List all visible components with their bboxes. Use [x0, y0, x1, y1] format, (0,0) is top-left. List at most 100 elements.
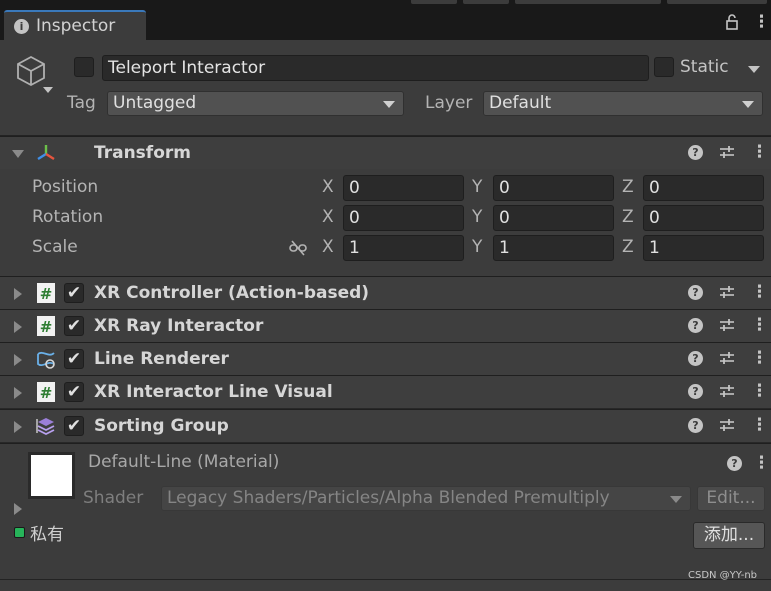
foldout-collapsed-icon[interactable]	[14, 288, 22, 300]
foldout-collapsed-icon[interactable]	[14, 387, 22, 399]
tab-bar: i Inspector ⋮	[0, 0, 771, 40]
axis-y-label[interactable]: Y	[472, 237, 482, 257]
component-menu-icon[interactable]: ⋮	[751, 317, 768, 334]
private-checkbox[interactable]	[14, 527, 25, 538]
shader-dropdown[interactable]: Legacy Shaders/Particles/Alpha Blended P…	[161, 486, 691, 511]
component-menu-icon[interactable]: ⋮	[751, 144, 768, 161]
component-header-sorting-group[interactable]: ✔ Sorting Group ? ⋮	[0, 409, 771, 442]
component-enabled-checkbox[interactable]: ✔	[64, 283, 84, 303]
axis-y-label[interactable]: Y	[472, 177, 482, 197]
help-icon[interactable]: ?	[688, 350, 703, 366]
presets-icon[interactable]	[719, 144, 735, 160]
component-header-line-renderer[interactable]: ✔ Line Renderer ? ⋮	[0, 342, 771, 375]
component-header-xr-ray-interactor[interactable]: # ✔ XR Ray Interactor ? ⋮	[0, 309, 771, 342]
component-enabled-checkbox[interactable]: ✔	[64, 349, 84, 369]
axis-y-label[interactable]: Y	[472, 207, 482, 227]
sorting-group-icon	[36, 418, 55, 436]
component-menu-icon[interactable]: ⋮	[751, 383, 768, 400]
foldout-collapsed-icon[interactable]	[14, 321, 22, 333]
gameobject-name-field[interactable]: Teleport Interactor	[102, 55, 649, 81]
shader-value: Legacy Shaders/Particles/Alpha Blended P…	[167, 488, 610, 508]
help-icon[interactable]: ?	[688, 144, 703, 160]
component-title: Line Renderer	[94, 349, 229, 369]
script-icon: #	[37, 382, 55, 402]
foldout-collapsed-icon[interactable]	[14, 503, 22, 515]
icon-dropdown-caret[interactable]	[43, 87, 53, 93]
toolbar-button[interactable]	[463, 0, 509, 4]
scale-label: Scale	[32, 237, 78, 257]
svg-text:#: #	[40, 318, 53, 336]
add-component-button[interactable]: 添加...	[693, 522, 765, 549]
layer-dropdown[interactable]: Default	[483, 91, 763, 116]
presets-icon[interactable]	[719, 350, 735, 366]
line-renderer-icon	[37, 351, 55, 369]
position-z-field[interactable]: 0	[643, 175, 764, 201]
axis-z-label[interactable]: Z	[622, 237, 634, 257]
help-icon[interactable]: ?	[727, 456, 742, 471]
scale-x-field[interactable]: 1	[343, 235, 464, 261]
chevron-down-icon	[383, 101, 395, 108]
divider	[0, 579, 771, 580]
presets-icon[interactable]	[719, 284, 735, 300]
component-enabled-checkbox[interactable]: ✔	[64, 416, 84, 436]
position-x-field[interactable]: 0	[343, 175, 464, 201]
help-icon[interactable]: ?	[688, 417, 703, 433]
help-icon[interactable]: ?	[688, 383, 703, 399]
constrain-proportions-icon[interactable]	[289, 239, 307, 257]
gameobject-header: Teleport Interactor Static Tag Untagged …	[0, 40, 771, 136]
scale-y-field[interactable]: 1	[493, 235, 614, 261]
component-title: Transform	[94, 143, 191, 163]
foldout-collapsed-icon[interactable]	[14, 354, 22, 366]
component-header-xr-interactor-line-visual[interactable]: # ✔ XR Interactor Line Visual ? ⋮	[0, 375, 771, 408]
foldout-expanded-icon[interactable]	[12, 150, 24, 158]
toolbar-button[interactable]	[515, 0, 661, 4]
rotation-x-field[interactable]: 0	[343, 205, 464, 231]
component-menu-icon[interactable]: ⋮	[751, 284, 768, 301]
component-header-xr-controller[interactable]: # ✔ XR Controller (Action-based) ? ⋮	[0, 276, 771, 309]
foldout-collapsed-icon[interactable]	[14, 421, 22, 433]
shader-label: Shader	[83, 488, 144, 508]
svg-text:#: #	[40, 384, 53, 402]
material-menu-icon[interactable]: ⋮	[753, 455, 770, 472]
material-name: Default-Line (Material)	[88, 452, 280, 472]
presets-icon[interactable]	[719, 317, 735, 333]
help-icon[interactable]: ?	[688, 284, 703, 300]
tab-inspector[interactable]: i Inspector	[4, 10, 146, 40]
private-label: 私有	[30, 525, 64, 545]
axis-z-label[interactable]: Z	[622, 177, 634, 197]
transform-header[interactable]: Transform ? ⋮	[0, 136, 771, 169]
toolbar-button[interactable]	[411, 0, 457, 4]
lock-icon[interactable]	[725, 14, 739, 30]
presets-icon[interactable]	[719, 417, 735, 433]
component-menu-icon[interactable]: ⋮	[751, 417, 768, 434]
component-title: XR Ray Interactor	[94, 316, 264, 336]
script-icon: #	[37, 283, 55, 303]
transform-body: Position X 0 Y 0 Z 0 Rotation X 0 Y 0 Z …	[0, 169, 771, 276]
static-checkbox[interactable]	[654, 57, 674, 77]
static-dropdown-icon[interactable]	[748, 66, 760, 73]
transform-icon	[37, 145, 55, 161]
axis-x-label[interactable]: X	[322, 177, 334, 197]
scale-z-field[interactable]: 1	[643, 235, 764, 261]
position-y-field[interactable]: 0	[493, 175, 614, 201]
material-preview-thumbnail[interactable]	[28, 452, 75, 499]
component-enabled-checkbox[interactable]: ✔	[64, 382, 84, 402]
edit-shader-button[interactable]: Edit...	[697, 486, 765, 511]
component-enabled-checkbox[interactable]: ✔	[64, 316, 84, 336]
rotation-y-field[interactable]: 0	[493, 205, 614, 231]
rotation-z-field[interactable]: 0	[643, 205, 764, 231]
toolbar-button[interactable]	[667, 0, 767, 4]
gameobject-cube-icon[interactable]	[14, 54, 48, 88]
component-menu-icon[interactable]: ⋮	[751, 350, 768, 367]
position-row: Position X 0 Y 0 Z 0	[0, 174, 771, 202]
axis-x-label[interactable]: X	[322, 207, 334, 227]
presets-icon[interactable]	[719, 383, 735, 399]
script-icon: #	[37, 316, 55, 336]
static-label: Static	[680, 57, 729, 77]
axis-x-label[interactable]: X	[322, 237, 334, 257]
window-menu-icon[interactable]: ⋮	[753, 14, 770, 31]
axis-z-label[interactable]: Z	[622, 207, 634, 227]
active-checkbox[interactable]	[74, 57, 94, 77]
tag-dropdown[interactable]: Untagged	[107, 91, 404, 116]
help-icon[interactable]: ?	[688, 317, 703, 333]
